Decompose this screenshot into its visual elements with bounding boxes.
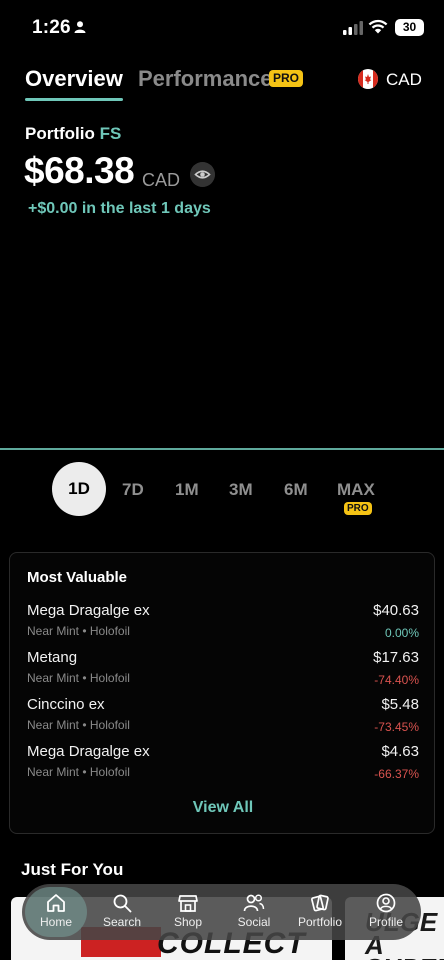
portfolio-label: Portfolio FS bbox=[25, 124, 121, 144]
list-item[interactable]: Mega Dragalge ex Near Mint • Holofoil $4… bbox=[27, 743, 419, 787]
portfolio-currency: CAD bbox=[142, 170, 181, 190]
card-condition: Near Mint • Holofoil bbox=[27, 671, 130, 685]
pro-badge: PRO bbox=[269, 70, 304, 87]
nav-label: Profile bbox=[368, 915, 403, 929]
home-icon bbox=[47, 894, 65, 912]
list-item[interactable]: Cinccino ex Near Mint • Holofoil $5.48 -… bbox=[27, 696, 419, 740]
list-item[interactable]: Metang Near Mint • Holofoil $17.63 -74.4… bbox=[27, 649, 419, 693]
card-change: -73.45% bbox=[374, 720, 419, 734]
portfolio-label-text: Portfolio bbox=[25, 124, 95, 143]
card-name: Mega Dragalge ex bbox=[27, 602, 150, 619]
tab-performance[interactable]: Performance bbox=[138, 66, 273, 92]
tab-overview-indicator bbox=[25, 98, 123, 101]
card-change: 0.00% bbox=[384, 626, 419, 640]
range-1m[interactable]: 1M bbox=[175, 480, 199, 500]
card-change: -74.40% bbox=[374, 673, 419, 687]
nav-profile[interactable]: Profile bbox=[355, 884, 417, 940]
search-icon bbox=[113, 894, 132, 913]
portfolio-value: $68.38 bbox=[24, 150, 135, 191]
card-condition: Near Mint • Holofoil bbox=[27, 765, 130, 779]
nav-home[interactable]: Home bbox=[25, 884, 87, 940]
range-max[interactable]: MAX bbox=[337, 480, 375, 500]
just-for-you-title: Just For You bbox=[21, 860, 124, 879]
card-condition: Near Mint • Holofoil bbox=[27, 718, 130, 732]
canada-flag-icon[interactable] bbox=[358, 69, 378, 89]
nav-label: Shop bbox=[173, 915, 203, 929]
currency-selector[interactable]: CAD bbox=[386, 70, 422, 90]
card-price: $40.63 bbox=[373, 602, 419, 619]
signal-icon bbox=[343, 21, 363, 35]
eye-icon[interactable] bbox=[190, 162, 215, 187]
tab-overview[interactable]: Overview bbox=[25, 66, 123, 92]
pro-badge: PRO bbox=[344, 502, 372, 515]
list-item[interactable]: Mega Dragalge ex Near Mint • Holofoil $4… bbox=[27, 602, 419, 646]
range-3m[interactable]: 3M bbox=[229, 480, 253, 500]
nav-shop[interactable]: Shop bbox=[157, 884, 219, 940]
card-name: Mega Dragalge ex bbox=[27, 743, 150, 760]
nav-label: Portfolio bbox=[297, 915, 343, 929]
most-valuable-card: Most Valuable Mega Dragalge ex Near Mint… bbox=[9, 552, 435, 834]
card-condition: Near Mint • Holofoil bbox=[27, 624, 130, 638]
nav-label: Social bbox=[237, 915, 271, 929]
status-bar: 1:26 30 bbox=[0, 0, 444, 56]
social-icon bbox=[243, 894, 265, 912]
card-price: $5.48 bbox=[381, 696, 419, 713]
battery-icon: 30 bbox=[395, 19, 424, 36]
portfolio-chart-line bbox=[0, 448, 444, 450]
portfolio-change: +$0.00 in the last 1 days bbox=[28, 200, 211, 217]
range-1d[interactable]: 1D bbox=[52, 462, 106, 516]
nav-social[interactable]: Social bbox=[223, 884, 285, 940]
portfolio-icon bbox=[311, 894, 329, 912]
card-price: $17.63 bbox=[373, 649, 419, 666]
nav-portfolio[interactable]: Portfolio bbox=[289, 884, 351, 940]
person-icon bbox=[74, 21, 86, 33]
portfolio-suffix: FS bbox=[99, 124, 122, 143]
status-time: 1:26 bbox=[32, 17, 71, 38]
range-7d[interactable]: 7D bbox=[122, 480, 144, 500]
most-valuable-title: Most Valuable bbox=[27, 569, 128, 586]
nav-label: Search bbox=[102, 915, 142, 929]
card-name: Metang bbox=[27, 649, 78, 666]
card-price: $4.63 bbox=[381, 743, 419, 760]
shop-icon bbox=[178, 895, 198, 912]
profile-icon bbox=[376, 893, 396, 913]
bottom-nav: Home Search Shop Social Portfolio Profil… bbox=[22, 884, 421, 940]
range-6m[interactable]: 6M bbox=[284, 480, 308, 500]
card-name: Cinccino ex bbox=[27, 696, 105, 713]
view-all-button[interactable]: View All bbox=[10, 799, 436, 817]
nav-search[interactable]: Search bbox=[91, 884, 153, 940]
card-change: -66.37% bbox=[374, 767, 419, 781]
wifi-icon bbox=[368, 19, 388, 34]
nav-label: Home bbox=[39, 915, 72, 929]
